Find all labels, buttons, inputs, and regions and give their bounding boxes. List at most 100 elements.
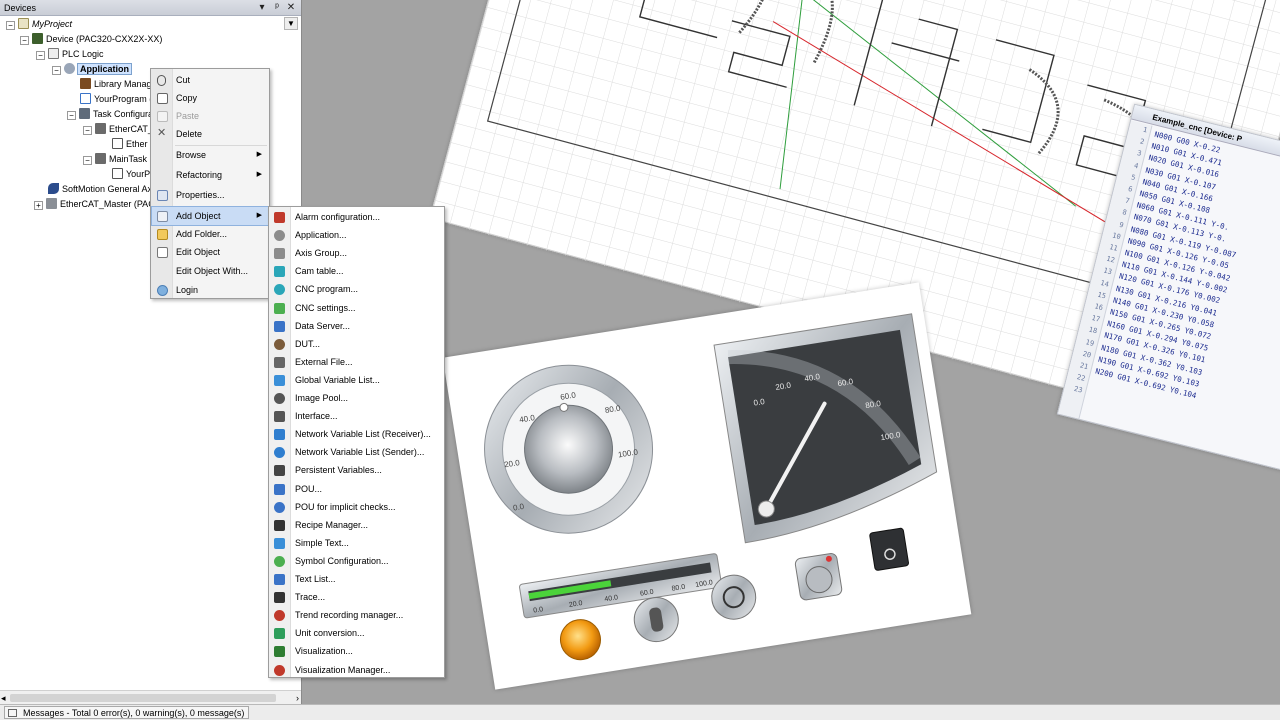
- submenu-item-text-list[interactable]: Text List...: [270, 570, 443, 588]
- menu-item-add-object[interactable]: Add Object ▶: [151, 206, 269, 226]
- submenu-item-cnc-program[interactable]: CNC program...: [270, 280, 443, 298]
- menu-item-refactoring[interactable]: Refactoring ▶: [152, 166, 268, 184]
- collapse-icon[interactable]: −: [6, 21, 15, 30]
- submenu-item-image-pool[interactable]: Image Pool...: [270, 389, 443, 407]
- tree-item-label: YourProgram (: [94, 94, 153, 104]
- tree-item-softmotion[interactable]: SoftMotion General Ax: [48, 182, 152, 197]
- chevron-down-icon[interactable]: ▼: [284, 17, 298, 30]
- submenu-item-persistent-variables[interactable]: Persistent Variables...: [270, 461, 443, 479]
- submenu-item-trace[interactable]: Trace...: [270, 588, 443, 606]
- submenu-item-cnc-settings[interactable]: CNC settings...: [270, 299, 443, 317]
- scroll-left-icon[interactable]: ◂: [1, 691, 6, 705]
- context-menu: Cut Copy Paste ✕ Delete Browse ▶ Refactori…: [150, 68, 270, 299]
- messages-icon: [8, 709, 17, 717]
- submenu-item-pou-for-implicit-checks[interactable]: POU for implicit checks...: [270, 498, 443, 516]
- submenu-item-unit-conversion[interactable]: Unit conversion...: [270, 624, 443, 642]
- tick-label: 0.0: [753, 397, 766, 408]
- tree-item-project[interactable]: − MyProject: [6, 17, 72, 32]
- menu-item-browse[interactable]: Browse ▶: [152, 146, 268, 164]
- submenu-item-label: Simple Text...: [295, 537, 349, 548]
- scrollbar-thumb[interactable]: [10, 694, 276, 702]
- menu-item-label: Delete: [176, 129, 203, 139]
- panel-menu-icon[interactable]: ▾: [255, 1, 269, 15]
- messages-summary: Messages - Total 0 error(s), 0 warning(s…: [23, 708, 245, 718]
- submenu-item-data-server[interactable]: Data Server...: [270, 317, 443, 335]
- tree-item-program-call[interactable]: YourP: [112, 167, 150, 182]
- tree-item-main-task[interactable]: − MainTask: [83, 152, 147, 167]
- bar-meter: 0.020.040.060.080.0 100.0: [519, 553, 723, 619]
- tree-item-ethercat-call[interactable]: Ether: [112, 137, 148, 152]
- rocker-switch: [869, 527, 909, 571]
- visualization-manager-icon: [274, 664, 285, 676]
- menu-item-label: Add Folder...: [176, 229, 228, 239]
- submenu-item-application[interactable]: Application...: [270, 226, 443, 244]
- tree-item-library-manager[interactable]: Library Manag: [80, 77, 152, 92]
- analog-gauge: 0.020.040.0 60.080.0100.0: [713, 313, 938, 544]
- submenu-item-label: Text List...: [295, 574, 336, 584]
- tree-item-plc-logic[interactable]: − PLC Logic: [36, 47, 104, 62]
- submenu-item-label: Data Server...: [295, 320, 351, 331]
- horizontal-scrollbar[interactable]: ◂ ›: [0, 690, 301, 704]
- rotary-knob: 0.020.040.060.080.0100.0: [484, 364, 654, 534]
- symbol-config-icon: [274, 555, 285, 567]
- submenu-item-label: Cam table...: [295, 266, 344, 277]
- submenu-item-network-variable-list-sender[interactable]: Network Variable List (Sender)...: [270, 443, 443, 461]
- tree-item-ethercat-task[interactable]: − EtherCAT_: [83, 122, 153, 137]
- menu-item-delete[interactable]: ✕ Delete: [152, 125, 268, 143]
- submenu-item-global-variable-list[interactable]: Global Variable List...: [270, 371, 443, 389]
- tree-item-your-program[interactable]: YourProgram (: [80, 92, 152, 107]
- submenu-item-cam-table[interactable]: Cam table...: [270, 262, 443, 280]
- submenu-item-alarm-configuration[interactable]: Alarm configuration...: [270, 208, 443, 226]
- pin-icon[interactable]: ᵖ: [270, 1, 284, 15]
- submenu-item-simple-text[interactable]: Simple Text...: [270, 534, 443, 552]
- collapse-icon[interactable]: −: [67, 111, 76, 120]
- scroll-right-icon[interactable]: ›: [296, 691, 299, 705]
- menu-item-edit-object[interactable]: Edit Object: [152, 243, 268, 261]
- menu-item-login[interactable]: Login: [152, 281, 268, 299]
- menu-item-paste[interactable]: Paste: [152, 107, 268, 125]
- tree-item-label: Application: [77, 63, 132, 75]
- collapse-icon[interactable]: −: [36, 51, 45, 60]
- submenu-item-recipe-manager[interactable]: Recipe Manager...: [270, 516, 443, 534]
- submenu-item-label: Trend recording manager...: [295, 610, 404, 621]
- menu-item-label: Edit Object: [176, 247, 221, 257]
- submenu-item-trend-recording-manager[interactable]: Trend recording manager...: [270, 606, 443, 624]
- messages-status[interactable]: Messages - Total 0 error(s), 0 warning(s…: [4, 706, 250, 719]
- menu-item-label: Browse: [176, 150, 207, 160]
- tree-item-device[interactable]: − Device (PAC320-CXX2X-XX): [20, 32, 162, 47]
- submenu-item-dut[interactable]: DUT...: [270, 335, 443, 353]
- submenu-item-visualization-manager[interactable]: Visualization Manager...: [270, 661, 443, 679]
- axis-group-icon: [274, 248, 285, 260]
- tree-item-label: SoftMotion General Ax: [62, 184, 153, 194]
- menu-item-label: Refactoring: [176, 170, 223, 180]
- close-icon[interactable]: ✕: [284, 1, 298, 15]
- tree-item-task-configuration[interactable]: − Task Configura: [67, 107, 153, 122]
- submenu-item-network-variable-list-receiver[interactable]: Network Variable List (Receiver)...: [270, 425, 443, 443]
- tree-item-ethercat-master[interactable]: + EtherCAT_Master (PAC: [34, 197, 155, 212]
- menu-item-edit-object-with[interactable]: Edit Object With...: [152, 262, 268, 280]
- project-icon: [18, 18, 29, 29]
- submenu-item-external-file[interactable]: External File...: [270, 353, 443, 371]
- task-icon: [95, 153, 106, 164]
- collapse-icon[interactable]: −: [52, 66, 61, 75]
- menu-item-label: Properties...: [176, 190, 225, 200]
- collapse-icon[interactable]: −: [83, 126, 92, 135]
- visualization-icon: [274, 646, 285, 658]
- push-button: [794, 553, 843, 601]
- submenu-item-pou[interactable]: POU...: [270, 480, 443, 498]
- submenu-item-visualization[interactable]: Visualization...: [270, 642, 443, 660]
- menu-item-cut[interactable]: Cut: [152, 71, 268, 89]
- submenu-item-label: Alarm configuration...: [295, 212, 381, 222]
- submenu-item-axis-group[interactable]: Axis Group...: [270, 244, 443, 262]
- collapse-icon[interactable]: −: [83, 156, 92, 165]
- menu-item-copy[interactable]: Copy: [152, 89, 268, 107]
- submenu-item-symbol-configuration[interactable]: Symbol Configuration...: [270, 552, 443, 570]
- expand-icon[interactable]: +: [34, 201, 43, 210]
- menu-item-properties[interactable]: Properties...: [152, 186, 268, 204]
- submenu-item-interface[interactable]: Interface...: [270, 407, 443, 425]
- collapse-icon[interactable]: −: [20, 36, 29, 45]
- menu-item-add-folder[interactable]: Add Folder...: [152, 225, 268, 243]
- pou-checks-icon: [274, 501, 285, 513]
- submenu-item-label: CNC settings...: [295, 302, 356, 313]
- submenu-item-label: Symbol Configuration...: [295, 555, 389, 566]
